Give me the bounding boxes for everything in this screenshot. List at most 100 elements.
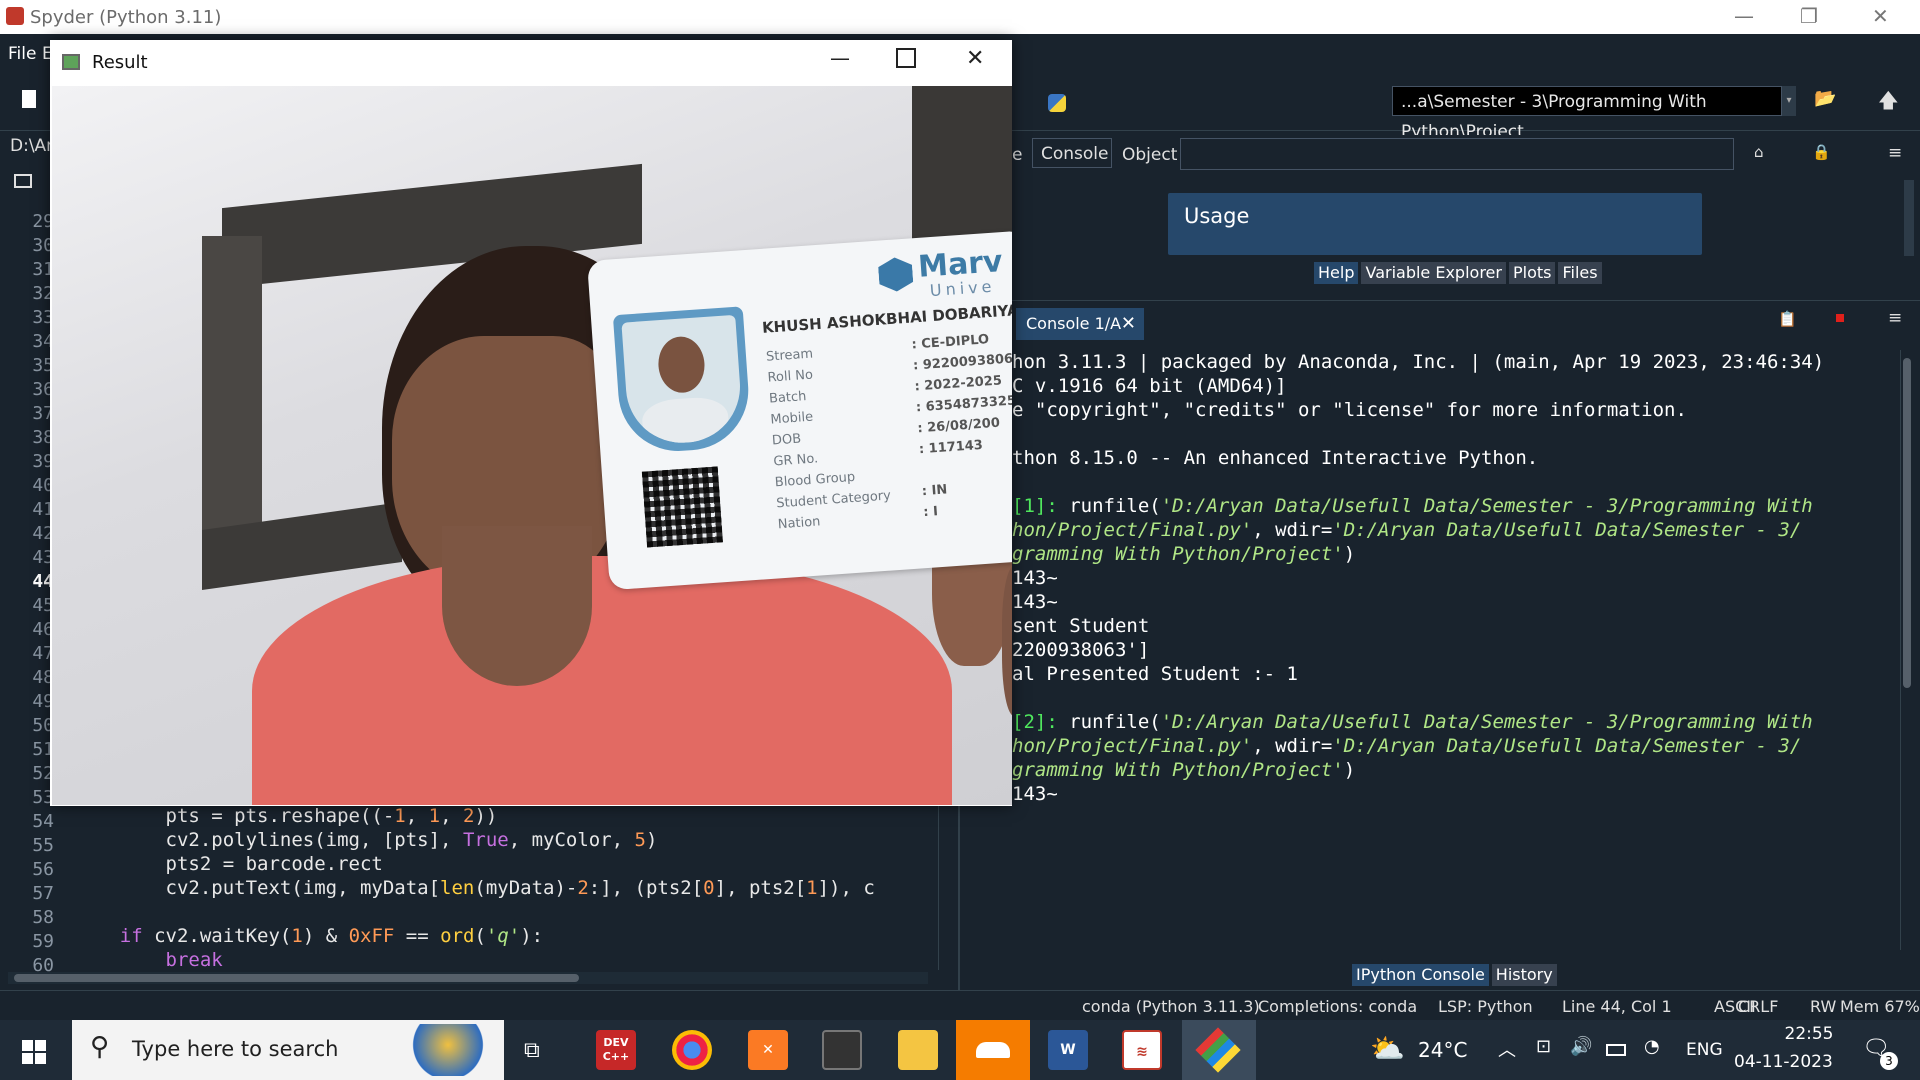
source-label: e bbox=[1012, 145, 1023, 165]
devcpp-icon[interactable]: DEV C++ bbox=[596, 1030, 636, 1070]
help-scrollbar[interactable] bbox=[1904, 180, 1914, 256]
console-line: 143~ bbox=[1012, 567, 1058, 589]
source-combo-value: Console bbox=[1041, 144, 1109, 164]
console-line: C v.1916 64 bit (AMD64)] bbox=[1012, 375, 1287, 397]
status-position: Line 44, Col 1 bbox=[1562, 997, 1672, 1016]
result-maximize-icon[interactable] bbox=[896, 48, 916, 68]
result-app-icon bbox=[62, 54, 80, 70]
status-bar: conda (Python 3.11.3) Completions: conda… bbox=[0, 990, 1920, 1021]
chevron-up-icon[interactable]: ︿ bbox=[1498, 1036, 1516, 1062]
status-completions[interactable]: Completions: conda bbox=[1258, 997, 1417, 1016]
language-indicator[interactable]: ENG bbox=[1686, 1040, 1723, 1060]
console-line: [2]: runfile('D:/Aryan Data/Usefull Data… bbox=[1012, 711, 1813, 733]
taskbar-search-box[interactable]: ⚲ Type here to search bbox=[72, 1020, 504, 1080]
wifi-icon[interactable]: ◔ bbox=[1644, 1036, 1660, 1057]
code-line[interactable]: pts = pts.reshape((-1, 1, 2)) bbox=[74, 805, 498, 827]
minimize-icon[interactable]: — bbox=[1734, 4, 1754, 28]
card-field-labels: Stream Roll No Batch Mobile DOB GR No. Blood G… bbox=[765, 339, 893, 536]
search-icon: ⚲ bbox=[90, 1032, 110, 1062]
id-card: Marv Unive KHUSH ASHOKBHAI DOBARIYA Stre… bbox=[587, 230, 1012, 591]
close-tab-icon[interactable]: ✕ bbox=[1121, 308, 1136, 340]
result-minimize-icon[interactable]: — bbox=[830, 46, 850, 70]
cloud-icon bbox=[976, 1042, 1010, 1058]
line-number: 55 bbox=[32, 835, 54, 856]
temperature[interactable]: 24°C bbox=[1418, 1038, 1467, 1062]
lock-icon[interactable]: 🔒 bbox=[1812, 143, 1831, 161]
console-pane-tabs: IPython Console History bbox=[1352, 964, 1557, 986]
status-lsp[interactable]: LSP: Python bbox=[1438, 997, 1533, 1016]
clock-date[interactable]: 04-11-2023 bbox=[1734, 1052, 1834, 1072]
parent-dir-icon[interactable]: 🡅 bbox=[1878, 86, 1899, 120]
help-pane-header: e Console Object ⌂ 🔒 ≡ bbox=[1012, 135, 1920, 175]
tab-plots[interactable]: Plots bbox=[1508, 262, 1556, 284]
code-line[interactable]: cv2.polylines(img, [pts], True, myColor,… bbox=[74, 829, 658, 851]
console-line: hon/Project/Final.py', wdir='D:/Aryan Da… bbox=[1012, 735, 1802, 757]
clipboard-icon[interactable]: 📋 bbox=[1778, 310, 1797, 328]
stop-kernel-icon[interactable] bbox=[1836, 314, 1844, 322]
tab-help[interactable]: Help bbox=[1314, 262, 1359, 284]
console-options-icon[interactable]: ≡ bbox=[1888, 308, 1902, 328]
options-menu-icon[interactable]: ≡ bbox=[1888, 143, 1902, 163]
console-line: gramming With Python/Project') bbox=[1012, 759, 1356, 781]
xampp-icon[interactable]: ✕ bbox=[748, 1030, 788, 1070]
result-title-bar[interactable]: Result — ✕ bbox=[50, 40, 1012, 86]
editor-vertical-scrollbar[interactable] bbox=[938, 805, 951, 970]
folder-open-icon[interactable]: 📂 bbox=[1814, 88, 1836, 109]
working-directory-dropdown[interactable]: ▾ bbox=[1782, 86, 1796, 116]
spyder-taskbar-icon[interactable]: ≋ bbox=[1122, 1030, 1162, 1070]
console-line: hon 3.11.3 | packaged by Anaconda, Inc. … bbox=[1012, 351, 1825, 373]
file-explorer-icon[interactable] bbox=[898, 1030, 938, 1070]
close-icon[interactable]: ✕ bbox=[1872, 4, 1889, 28]
tab-history[interactable]: History bbox=[1491, 964, 1557, 986]
source-combo[interactable]: Console bbox=[1032, 138, 1112, 168]
tab-ipython-console[interactable]: IPython Console bbox=[1352, 964, 1489, 986]
browse-tabs-icon[interactable] bbox=[14, 174, 32, 188]
editor-horizontal-thumb[interactable] bbox=[14, 974, 579, 982]
python-icon[interactable] bbox=[1048, 94, 1066, 112]
line-number: 57 bbox=[32, 883, 54, 904]
tab-variable-explorer[interactable]: Variable Explorer bbox=[1361, 262, 1506, 284]
soundcloud-taskbar-item[interactable] bbox=[956, 1020, 1030, 1080]
clock-time[interactable]: 22:55 bbox=[1764, 1024, 1854, 1044]
battery-icon[interactable] bbox=[1606, 1044, 1626, 1056]
terminal-icon[interactable] bbox=[822, 1030, 862, 1070]
console-scrollbar[interactable] bbox=[1900, 350, 1913, 950]
code-line[interactable]: pts2 = barcode.rect bbox=[74, 853, 383, 875]
code-line[interactable]: cv2.putText(img, myData[len(myData)-2:],… bbox=[74, 877, 875, 899]
status-eol: CRLF bbox=[1738, 997, 1779, 1016]
active-app-taskbar-item[interactable] bbox=[1182, 1020, 1256, 1080]
object-input[interactable] bbox=[1180, 138, 1734, 170]
line-number: 59 bbox=[32, 931, 54, 952]
spyder-window-title: Spyder (Python 3.11) bbox=[30, 7, 222, 28]
new-file-icon[interactable] bbox=[22, 90, 36, 108]
volume-icon[interactable]: 🔊 bbox=[1570, 1036, 1592, 1057]
home-icon[interactable]: ⌂ bbox=[1754, 143, 1764, 161]
search-highlight-image-icon bbox=[410, 1024, 486, 1076]
console-line: gramming With Python/Project') bbox=[1012, 543, 1356, 565]
windows-start-icon[interactable] bbox=[22, 1040, 46, 1064]
chrome-icon[interactable] bbox=[672, 1030, 712, 1070]
line-number: 58 bbox=[32, 907, 54, 928]
menu-file[interactable]: File bbox=[8, 44, 36, 64]
console-line: al Presented Student :- 1 bbox=[1012, 663, 1298, 685]
object-label: Object bbox=[1122, 145, 1178, 165]
code-line[interactable]: break bbox=[74, 949, 223, 970]
working-directory-combo[interactable]: ...a\Semester - 3\Programming With Pytho… bbox=[1392, 86, 1782, 142]
task-view-icon[interactable]: ⧉ bbox=[524, 1038, 540, 1063]
meet-icon[interactable]: ⊡ bbox=[1536, 1036, 1551, 1057]
usage-panel: Usage bbox=[1168, 193, 1702, 255]
code-visible-lines[interactable]: pts = pts.reshape((-1, 1, 2)) cv2.polyli… bbox=[74, 805, 934, 970]
tab-files[interactable]: Files bbox=[1558, 262, 1602, 284]
status-conda[interactable]: conda (Python 3.11.3) bbox=[1082, 997, 1260, 1016]
tab-console-1a[interactable]: Console 1/A ✕ bbox=[1016, 308, 1144, 340]
python-app-icon bbox=[1195, 1027, 1241, 1073]
notification-count: 3 bbox=[1880, 1052, 1898, 1070]
photo-frame bbox=[612, 306, 753, 455]
spyder-title-bar: Spyder (Python 3.11) — ❐ ✕ bbox=[0, 0, 1920, 35]
console-line: e "copyright", "credits" or "license" fo… bbox=[1012, 399, 1687, 421]
code-line[interactable]: if cv2.waitKey(1) & 0xFF == ord('q'): bbox=[74, 925, 543, 947]
restore-icon[interactable]: ❐ bbox=[1800, 4, 1818, 28]
line-number: 54 bbox=[32, 811, 54, 832]
word-icon[interactable]: W bbox=[1048, 1030, 1088, 1070]
result-close-icon[interactable]: ✕ bbox=[966, 46, 984, 71]
